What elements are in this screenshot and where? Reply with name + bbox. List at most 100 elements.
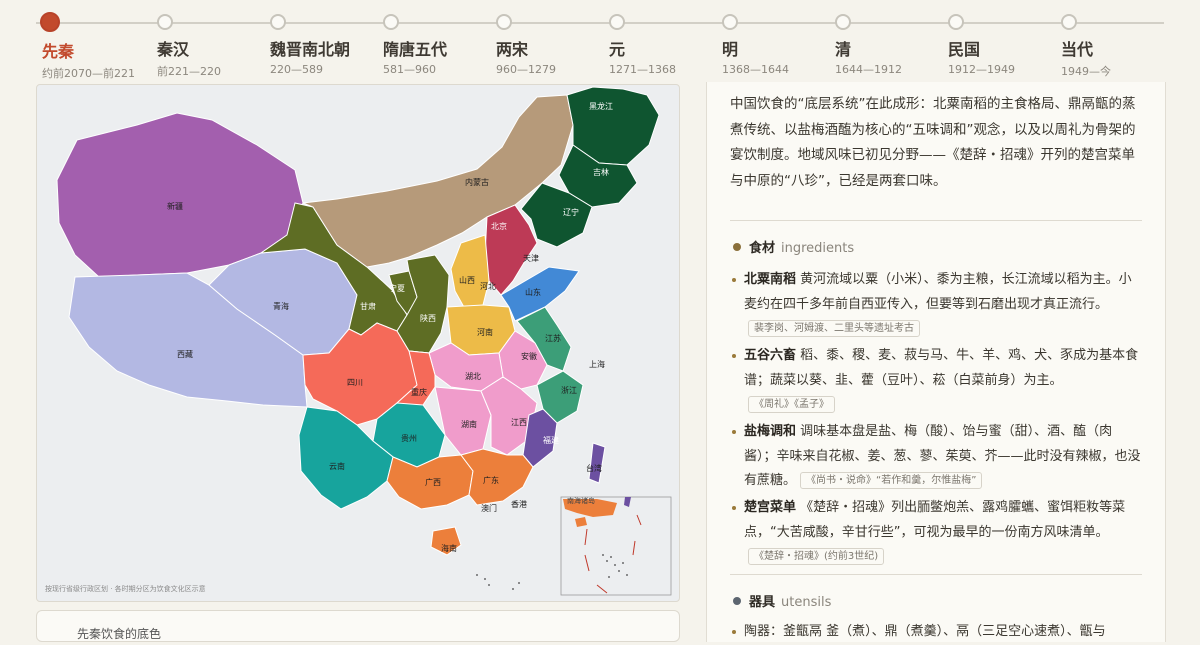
nanhai-inset-hainan (575, 517, 587, 527)
label-xianggang: 香港 (511, 499, 527, 509)
timeline-era-range: 1271—1368 (609, 63, 676, 76)
label-jiangsu: 江苏 (545, 333, 561, 343)
timeline-era-9[interactable]: 当代 1949—今 (1061, 14, 1173, 79)
timeline-era-6[interactable]: 明 1368—1644 (722, 14, 834, 76)
timeline-era-range: 约前2070—前221 (42, 67, 135, 80)
timeline-era-7[interactable]: 清 1644—1912 (835, 14, 947, 76)
timeline-era-5[interactable]: 元 1271—1368 (609, 14, 721, 76)
timeline-era-name: 当代 (1061, 40, 1094, 59)
label-shaanxi: 陕西 (420, 313, 436, 323)
label-guangdong: 广东 (483, 475, 499, 485)
timeline-dot[interactable] (948, 14, 964, 30)
timeline-dot[interactable] (609, 14, 625, 30)
ingredients-title-en: ingredients (781, 241, 855, 256)
label-xizang: 西藏 (177, 349, 193, 359)
timeline-dot[interactable] (157, 14, 173, 30)
ingredients-bullet (733, 243, 741, 251)
timeline-era-1[interactable]: 秦汉 前221—220 (157, 14, 269, 79)
timeline-dot[interactable] (496, 14, 512, 30)
label-shandong: 山东 (525, 287, 541, 297)
label-hubei: 湖北 (465, 372, 481, 381)
ingredients-heading: 食材 ingredients (733, 237, 854, 256)
label-shanghai: 上海 (589, 359, 605, 369)
source-tag[interactable]: 裴李岗、河姆渡、二里头等遗址考古 (748, 320, 920, 337)
label-guangxi: 广西 (425, 477, 441, 487)
timeline-dot[interactable] (383, 14, 399, 30)
label-qinghai: 青海 (273, 301, 289, 311)
timeline-dot[interactable] (722, 14, 738, 30)
timeline-era-range: 1644—1912 (835, 63, 902, 76)
era-summary-card: 先秦饮食的底色 (36, 610, 680, 642)
label-jiangxi: 江西 (511, 418, 527, 427)
label-chongqing: 重庆 (411, 387, 427, 397)
list-bullet (732, 354, 736, 358)
nanhai-islands (476, 554, 628, 590)
list-bullet (732, 630, 736, 634)
timeline-era-4[interactable]: 两宋 960—1279 (496, 14, 608, 76)
list-bullet (732, 506, 736, 510)
ingredients-title: 食材 (749, 241, 776, 256)
label-xinjiang: 新疆 (167, 201, 183, 211)
source-tag[interactable]: 《楚辞・招魂》(约前3世纪) (748, 548, 885, 565)
ingredient-item: 五谷六畜 稻、黍、稷、麦、菽与马、牛、羊、鸡、犬、豕成为基本食谱；蔬菜以葵、韭、… (732, 344, 1144, 418)
utensils-bullet (733, 597, 741, 605)
ingredient-name: 楚宫菜单 (744, 500, 797, 515)
label-henan: 河南 (477, 327, 493, 337)
era-detail-panel: 中国饮食的“底层系统”在此成形：北粟南稻的主食格局、鼎鬲甑的蒸煮传统、以盐梅酒醢… (706, 82, 1166, 642)
list-bullet (732, 430, 736, 434)
nanhai-label: 南海诸岛 (567, 496, 595, 505)
ingredient-text: 《楚辞・招魂》列出胹鳖炮羔、露鸡臛蠵、蜜饵粔籹等菜点，“大苦咸酸，辛甘行些”，可… (744, 500, 1126, 540)
timeline-era-range: 220—589 (270, 63, 323, 76)
era-summary-title: 先秦饮食的底色 (77, 627, 162, 641)
timeline-era-name: 隋唐五代 (383, 40, 448, 59)
label-shanxi: 山西 (459, 275, 475, 285)
source-tag[interactable]: 《尚书・说命》“若作和羹，尔惟盐梅” (800, 472, 983, 489)
label-beijing: 北京 (491, 221, 507, 231)
timeline-era-3[interactable]: 隋唐五代 581—960 (383, 14, 495, 76)
ingredient-name: 盐梅调和 (744, 424, 797, 439)
label-tianjin: 天津 (523, 253, 539, 263)
label-aomen: 澳门 (481, 503, 497, 513)
timeline-era-range: 581—960 (383, 63, 436, 76)
ingredient-text: 黄河流域以粟（小米）、黍为主粮，长江流域以稻为主。小麦约在四千多年前自西亚传入，… (744, 272, 1132, 312)
divider (730, 574, 1142, 575)
label-gansu: 甘肃 (360, 301, 376, 311)
label-taiwan: 台湾 (586, 463, 602, 473)
timeline-era-8[interactable]: 民国 1912—1949 (948, 14, 1060, 76)
timeline-era-name: 元 (609, 40, 626, 59)
label-hainan: 海南 (441, 543, 457, 553)
timeline-era-name: 魏晋南北朝 (270, 40, 351, 59)
nanhai-dashline (584, 514, 642, 594)
province-taiwan[interactable] (588, 442, 606, 484)
source-tag[interactable]: 《周礼》《孟子》 (748, 396, 835, 413)
label-zhejiang: 浙江 (561, 385, 577, 395)
timeline-dot[interactable] (40, 12, 60, 32)
timeline-dot[interactable] (1061, 14, 1077, 30)
label-sichuan: 四川 (347, 378, 363, 387)
timeline-era-name: 明 (722, 40, 739, 59)
ingredient-text: 稻、黍、稷、麦、菽与马、牛、羊、鸡、犬、豕成为基本食谱；蔬菜以葵、韭、藿（豆叶）… (744, 348, 1139, 388)
label-fujian: 福建 (543, 435, 559, 445)
timeline-era-2[interactable]: 魏晋南北朝 220—589 (270, 14, 382, 76)
timeline-era-name: 清 (835, 40, 852, 59)
list-bullet (732, 278, 736, 282)
label-ningxia: 宁夏 (389, 283, 405, 293)
label-hunan: 湖南 (461, 419, 477, 429)
label-hebei: 河北 (480, 281, 496, 291)
utensils-title: 器具 (749, 595, 776, 610)
ingredient-name: 五谷六畜 (744, 348, 797, 363)
label-jilin: 吉林 (593, 167, 609, 177)
province-shanxi[interactable] (450, 234, 490, 310)
timeline-era-range: 1368—1644 (722, 63, 789, 76)
timeline-era-0[interactable]: 先秦 约前2070—前221 (40, 12, 154, 81)
timeline-era-range: 1912—1949 (948, 63, 1015, 76)
ingredient-item: 北粟南稻 黄河流域以粟（小米）、黍为主粮，长江流域以稻为主。小麦约在四千多年前自… (732, 268, 1144, 342)
timeline-era-name: 民国 (948, 40, 981, 59)
nanhai-inset-taiwan (624, 497, 631, 507)
timeline-era-range: 960—1279 (496, 63, 556, 76)
utensils-first-line: 陶器：釜甑鬲 釜（煮）、鼎（煮羹）、鬲（三足空心速煮）、甑与 (744, 624, 1106, 639)
timeline-dot[interactable] (270, 14, 286, 30)
china-map-panel: 南海诸岛 新疆 西藏 青海 甘肃 宁夏 陕西 内蒙古 黑龙江 吉林 辽宁 北京 … (36, 84, 680, 602)
timeline-dot[interactable] (835, 14, 851, 30)
timeline-era-range: 前221—220 (157, 65, 221, 78)
